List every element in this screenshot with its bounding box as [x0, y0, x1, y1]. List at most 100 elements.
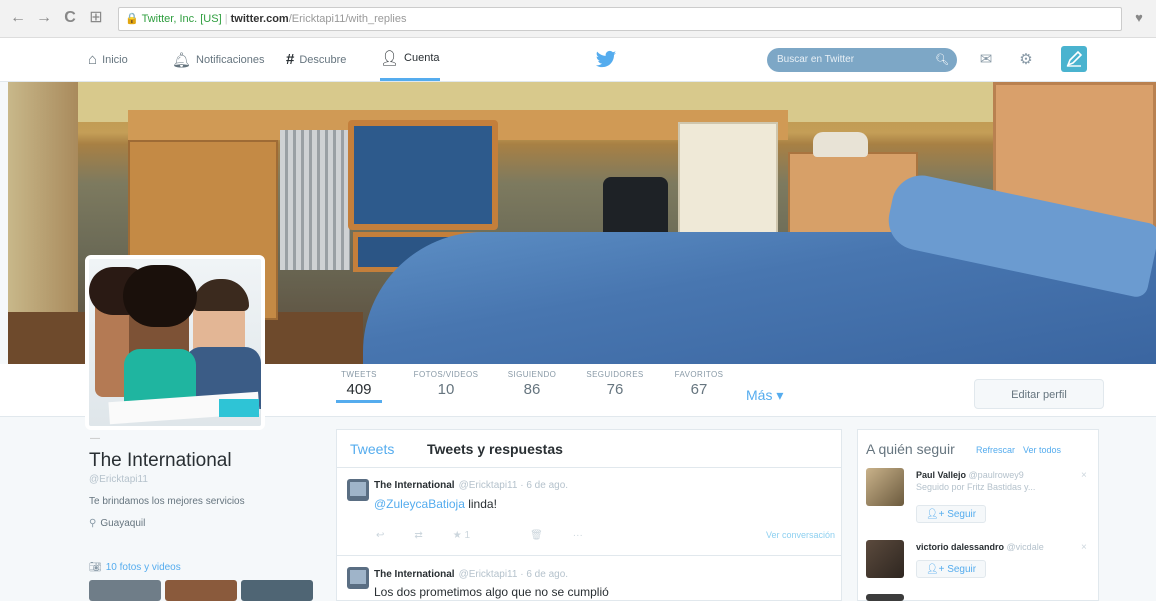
nav-home[interactable]: ⌂ Inicio: [88, 38, 128, 81]
search-icon[interactable]: 🔍︎: [935, 48, 949, 72]
tweet-avatar[interactable]: [347, 567, 369, 589]
stat-favorites-value: 67: [690, 381, 708, 398]
media-thumbnail[interactable]: [89, 580, 161, 601]
profile-location-text: Guayaquil: [100, 518, 146, 529]
tab-tweets-replies[interactable]: Tweets y respuestas: [427, 441, 563, 457]
nav-account-label: Cuenta: [404, 52, 440, 64]
media-thumbnail[interactable]: [241, 580, 313, 601]
avatar[interactable]: [85, 255, 265, 430]
follow-user-icon: 👤︎+: [925, 509, 945, 520]
user-icon: 👤︎: [380, 50, 400, 67]
stat-favorites-label: FAVORITOS: [674, 370, 724, 379]
stat-photos-value: 10: [437, 381, 455, 398]
suggested-user-handle: @paulrowey9: [968, 470, 1024, 480]
follow-button[interactable]: 👤︎+ Seguir: [916, 505, 986, 523]
suggested-user-name[interactable]: Paul Vallejo @paulrowey9: [916, 470, 1024, 480]
suggested-user-avatar[interactable]: [866, 540, 904, 578]
profile-location: ⚲ Guayaquil: [89, 518, 145, 529]
more-menu-button[interactable]: Más ▾: [746, 387, 783, 404]
tab-tweets[interactable]: Tweets: [350, 441, 394, 457]
secure-label: Twitter, Inc. [US]: [141, 13, 222, 25]
follow-button[interactable]: 👤︎+ Seguir: [916, 560, 986, 578]
suggested-user-name[interactable]: victorio dalessandro @vicdale: [916, 542, 1044, 552]
back-icon[interactable]: ←: [8, 8, 28, 28]
extension-icon[interactable]: ♥: [1130, 9, 1148, 27]
photos-videos-link[interactable]: 📷︎ 10 fotos y videos: [89, 562, 181, 573]
tweet-text: Los dos prometimos algo que no se cumpli…: [374, 585, 609, 599]
suggested-user-name-text: Paul Vallejo: [916, 470, 967, 480]
tweet-actions: ↩ ⇄ ★ 1 🗑︎ ···: [376, 530, 613, 541]
lock-icon: 🔒: [125, 13, 139, 25]
view-all-link[interactable]: Ver todos: [1023, 445, 1061, 455]
suggested-user-avatar[interactable]: [866, 468, 904, 506]
favorite-count: 1: [464, 530, 471, 541]
twitter-bird-icon[interactable]: [595, 50, 617, 70]
url-path: /Ericktapi11/with_replies: [288, 13, 407, 25]
stat-favorites[interactable]: FAVORITOS 67: [670, 370, 728, 398]
tweet-author[interactable]: The International @Ericktapi11 · 6 de ago…: [374, 569, 568, 580]
reply-icon[interactable]: ↩: [376, 530, 384, 541]
profile-handle[interactable]: @Ericktapi11: [89, 474, 148, 485]
edit-profile-button[interactable]: Editar perfil: [974, 379, 1104, 409]
who-to-follow-links: Refrescar Ver todos: [976, 445, 1069, 455]
view-conversation-link[interactable]: Ver conversación: [766, 530, 835, 540]
nav-account[interactable]: 👤︎ Cuenta: [380, 38, 440, 81]
media-thumbnail[interactable]: [165, 580, 237, 601]
settings-icon[interactable]: ⚙: [1016, 50, 1036, 70]
retweet-icon[interactable]: ⇄: [414, 530, 422, 541]
tweet-author-name: The International: [374, 569, 455, 580]
dismiss-icon[interactable]: ×: [1081, 470, 1087, 481]
hashtag-icon: #: [286, 51, 295, 68]
nav-notifications[interactable]: 🔔︎ Notificaciones: [172, 38, 265, 81]
tweet-meta: @Ericktapi11 · 6 de ago.: [458, 480, 569, 491]
who-to-follow-title: A quién seguir: [866, 441, 955, 457]
divider: —: [90, 433, 100, 444]
tweet-mention[interactable]: @ZuleycaBatioja: [374, 497, 465, 511]
favorite-icon[interactable]: ★ 1: [453, 530, 500, 541]
profile-bio: Te brindamos los mejores servicios: [89, 496, 245, 507]
bell-icon: 🔔︎: [172, 51, 192, 69]
search-input[interactable]: Buscar en Twitter 🔍︎: [767, 48, 957, 72]
follow-button-label: Seguir: [947, 509, 977, 520]
tweet-meta: @Ericktapi11 · 6 de ago.: [458, 569, 569, 580]
forward-icon[interactable]: →: [34, 8, 54, 28]
camera-icon: 📷︎: [89, 562, 102, 573]
suggested-user-handle: @vicdale: [1006, 542, 1044, 552]
stat-photos-label: FOTOS/VIDEOS: [413, 370, 479, 379]
browser-toolbar: ← → C ⊞ 🔒 Twitter, Inc. [US] | twitter.c…: [0, 0, 1156, 38]
address-bar[interactable]: 🔒 Twitter, Inc. [US] | twitter.com/Erick…: [118, 7, 1122, 31]
photos-videos-label: 10 fotos y videos: [105, 562, 181, 573]
stat-tweets[interactable]: TWEETS 409: [336, 370, 382, 403]
nav-notifications-label: Notificaciones: [196, 53, 265, 66]
refresh-link[interactable]: Refrescar: [976, 445, 1015, 455]
home-icon: ⌂: [88, 51, 98, 68]
stat-followers-value: 76: [606, 381, 624, 398]
url-domain: twitter.com: [230, 13, 289, 25]
compose-tweet-button[interactable]: [1061, 46, 1087, 72]
suggested-user-avatar[interactable]: [866, 594, 904, 601]
follow-user-icon: 👤︎+: [925, 564, 945, 575]
tweet-author[interactable]: The International @Ericktapi11 · 6 de ago…: [374, 480, 568, 491]
apps-icon[interactable]: ⊞: [86, 8, 106, 28]
stat-following[interactable]: SIGUIENDO 86: [504, 370, 560, 398]
divider: [337, 555, 841, 556]
nav-discover[interactable]: # Descubre: [286, 38, 346, 81]
tweet-author-name: The International: [374, 480, 455, 491]
more-icon[interactable]: ···: [573, 530, 583, 541]
dismiss-icon[interactable]: ×: [1081, 542, 1087, 553]
stat-photos[interactable]: FOTOS/VIDEOS 10: [410, 370, 482, 398]
tweet-avatar[interactable]: [347, 479, 369, 501]
follow-button-label: Seguir: [947, 564, 977, 575]
tweet-body: linda!: [464, 497, 497, 511]
stat-tweets-value: 409: [346, 381, 372, 398]
messages-icon[interactable]: ✉: [976, 50, 996, 70]
search-placeholder: Buscar en Twitter: [777, 54, 855, 65]
tweet-text: @ZuleycaBatioja linda!: [374, 497, 497, 511]
reload-icon[interactable]: C: [60, 8, 80, 28]
delete-icon[interactable]: 🗑︎: [530, 530, 543, 541]
stat-followers[interactable]: SEGUIDORES 76: [582, 370, 648, 398]
stat-following-label: SIGUIENDO: [507, 370, 557, 379]
suggested-user-context: Seguido por Fritz Bastidas y...: [916, 482, 1036, 492]
location-pin-icon: ⚲: [89, 518, 97, 529]
profile-name[interactable]: The International: [89, 450, 232, 472]
